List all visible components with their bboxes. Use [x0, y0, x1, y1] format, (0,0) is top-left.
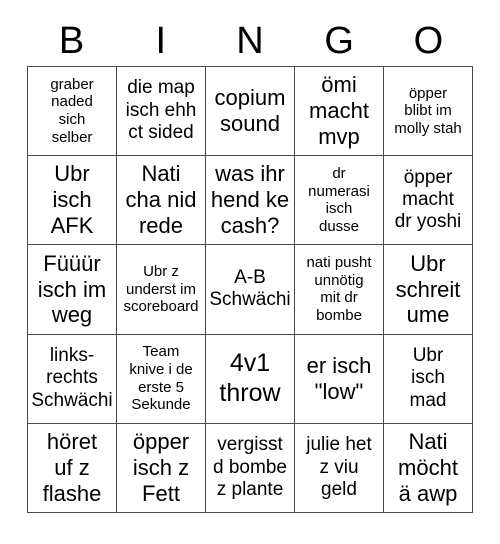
bingo-cell-label: höret uf z flashe — [42, 428, 102, 506]
bingo-cell-label: Ubr z underst im scoreboard — [123, 262, 199, 316]
bingo-cell[interactable]: Nati möcht ä awp — [384, 423, 473, 513]
bingo-header: B I N G O — [27, 16, 473, 66]
bingo-cell-label: öpper blibt im molly stah — [394, 84, 462, 137]
bingo-grid: graber naded sich selber die map isch eh… — [27, 66, 473, 513]
bingo-cell-label: dr numerasi isch dusse — [308, 164, 370, 235]
bingo-card: B I N G O graber naded sich selber die m… — [0, 0, 500, 544]
bingo-cell[interactable]: öpper macht dr yoshi — [384, 156, 473, 246]
bingo-cell-label: A-B Schwächi — [209, 267, 291, 311]
bingo-cell-label: Nati möcht ä awp — [398, 428, 458, 506]
header-letter-o: O — [413, 20, 444, 62]
bingo-cell-label: was ihr hend ke cash? — [210, 161, 290, 239]
bingo-cell-label: Füüür isch im weg — [37, 250, 107, 328]
bingo-cell[interactable]: nati pusht unnötig mit dr bombe — [295, 245, 384, 335]
bingo-cell-label: ömi macht mvp — [309, 72, 369, 150]
bingo-cell[interactable]: Füüür isch im weg — [28, 245, 117, 335]
bingo-cell[interactable]: dr numerasi isch dusse — [295, 156, 384, 246]
bingo-cell[interactable]: öpper isch z Fett — [117, 423, 206, 513]
bingo-cell[interactable]: vergisst d bombe z plante — [206, 423, 295, 513]
bingo-cell[interactable]: Ubr z underst im scoreboard — [117, 245, 206, 335]
bingo-cell-label: nati pusht unnötig mit dr bombe — [306, 254, 372, 325]
bingo-cell[interactable]: höret uf z flashe — [28, 423, 117, 513]
bingo-cell[interactable]: Team knive i de erste 5 Sekunde — [117, 334, 206, 424]
bingo-cell-label: graber naded sich selber — [50, 75, 94, 146]
bingo-cell-label: die map isch ehh ct sided — [125, 77, 197, 144]
bingo-cell[interactable]: was ihr hend ke cash? — [206, 156, 295, 246]
bingo-cell-label: er isch "low" — [306, 352, 372, 404]
bingo-cell[interactable]: julie het z viu geld — [295, 423, 384, 513]
bingo-cell-label: copium sound — [214, 85, 286, 137]
bingo-cell[interactable]: Ubr isch AFK — [28, 156, 117, 246]
bingo-cell[interactable]: A-B Schwächi — [206, 245, 295, 335]
bingo-cell-label: Ubr isch mad — [409, 345, 447, 411]
bingo-cell-label: 4v1 throw — [219, 349, 281, 407]
header-letter-n: N — [236, 20, 264, 62]
bingo-cell[interactable]: die map isch ehh ct sided — [117, 67, 206, 157]
bingo-cell[interactable]: Nati cha nid rede — [117, 156, 206, 246]
bingo-cell-label: öpper isch z Fett — [132, 428, 190, 506]
bingo-cell[interactable]: ömi macht mvp — [295, 67, 384, 157]
bingo-cell-label: öpper macht dr yoshi — [394, 166, 462, 233]
bingo-cell[interactable]: graber naded sich selber — [28, 67, 117, 157]
bingo-cell-label: Nati cha nid rede — [125, 161, 197, 239]
bingo-cell-label: julie het z viu geld — [306, 434, 372, 501]
header-letter-i: I — [155, 20, 167, 62]
bingo-cell-label: links- rechts Schwächi — [31, 345, 113, 411]
bingo-cell-label: vergisst d bombe z plante — [213, 434, 287, 501]
bingo-cell[interactable]: links- rechts Schwächi — [28, 334, 117, 424]
header-letter-g: G — [324, 20, 354, 62]
bingo-cell[interactable]: copium sound — [206, 67, 295, 157]
bingo-cell[interactable]: er isch "low" — [295, 334, 384, 424]
bingo-cell[interactable]: Ubr isch mad — [384, 334, 473, 424]
bingo-cell-label: Team knive i de erste 5 Sekunde — [129, 343, 193, 414]
bingo-cell[interactable]: Ubr schreit ume — [384, 245, 473, 335]
bingo-cell[interactable]: öpper blibt im molly stah — [384, 67, 473, 157]
bingo-cell-label: Ubr schreit ume — [395, 250, 461, 328]
bingo-cell-label: Ubr isch AFK — [50, 161, 94, 239]
header-letter-b: B — [58, 20, 85, 62]
bingo-cell[interactable]: 4v1 throw — [206, 334, 295, 424]
